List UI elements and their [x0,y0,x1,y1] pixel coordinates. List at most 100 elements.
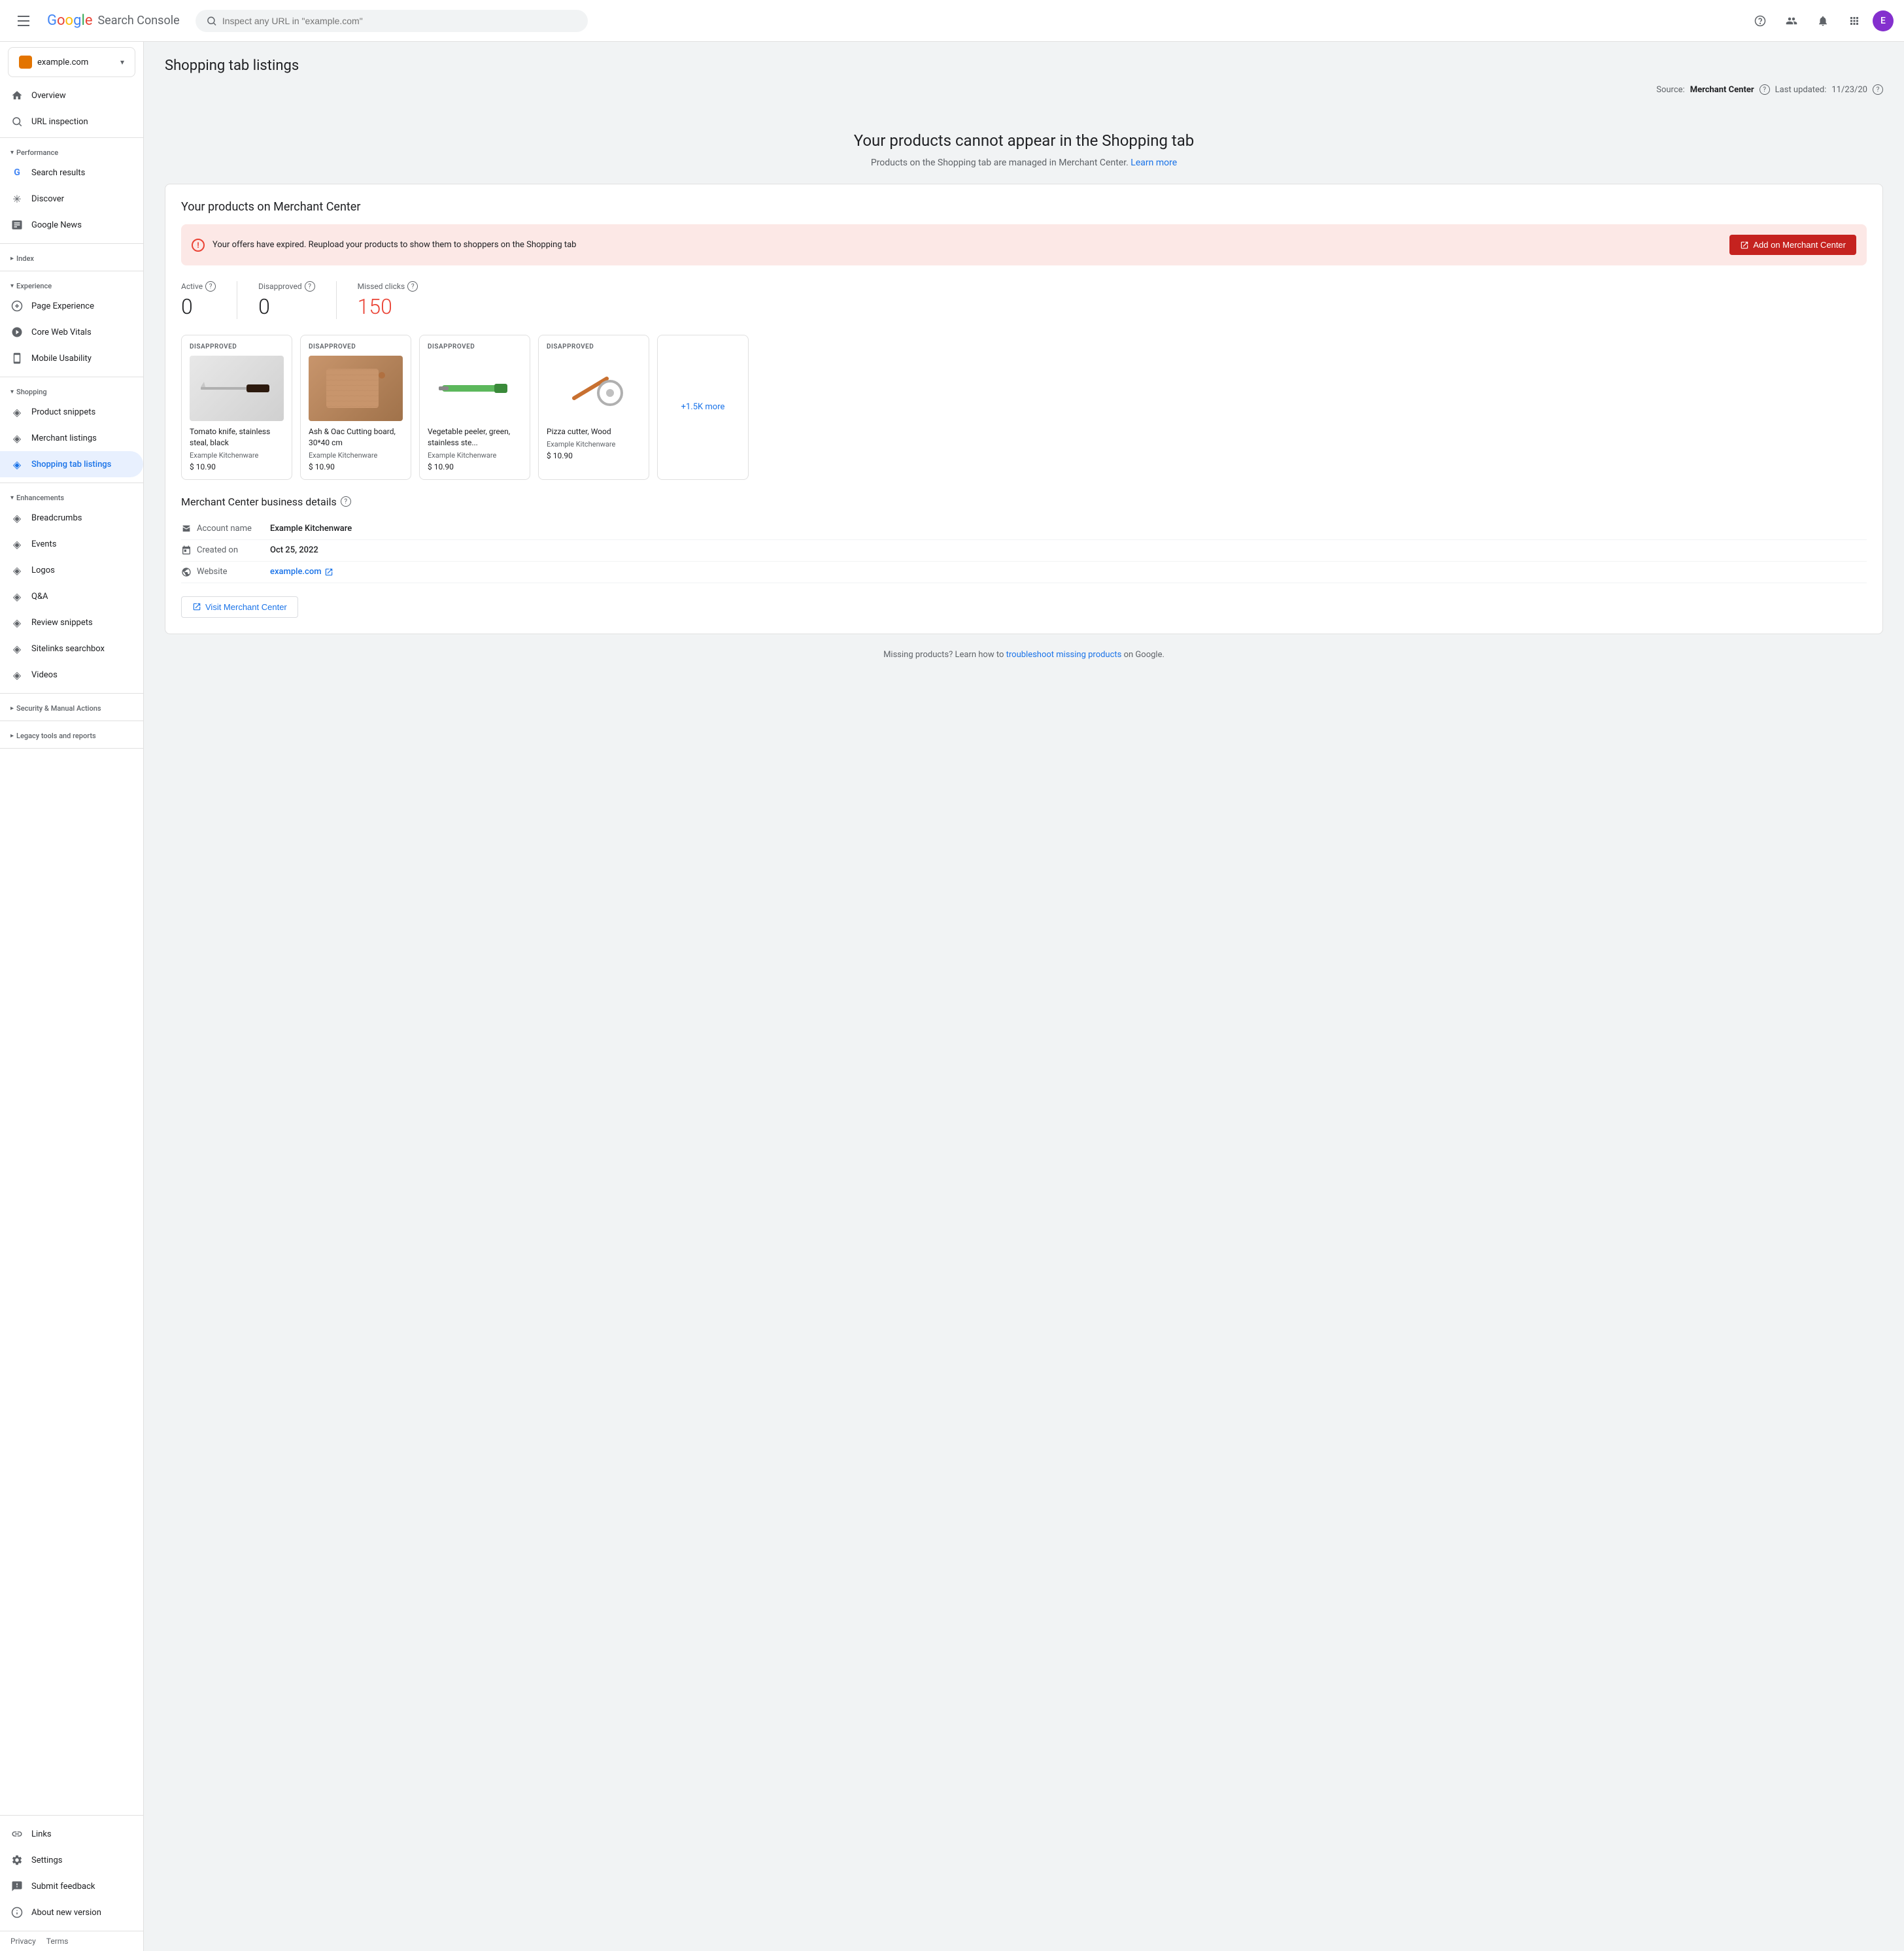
chevron-down-icon: ▾ [120,58,124,67]
section-label-performance[interactable]: ▾ Performance [0,143,143,160]
section-label-shopping[interactable]: ▾ Shopping [0,382,143,399]
help-button[interactable] [1747,8,1773,34]
sidebar-item-about-new-version[interactable]: About new version [0,1899,143,1926]
section-security: ▸ Security & Manual Actions [0,696,143,718]
source-label: Source: [1656,85,1684,95]
product-more-card[interactable]: +1.5K more [657,335,749,480]
notifications-button[interactable] [1810,8,1836,34]
property-icon [19,56,32,69]
sidebar-item-product-snippets[interactable]: ◈ Product snippets [0,399,143,425]
section-experience: ▾ Experience Page Experience Core Web Vi… [0,274,143,374]
add-on-merchant-center-button[interactable]: Add on Merchant Center [1729,235,1856,255]
sidebar-item-links[interactable]: Links [0,1821,143,1847]
sidebar-item-overview[interactable]: Overview [0,82,143,109]
section-label-enhancements[interactable]: ▾ Enhancements [0,488,143,505]
search-bar[interactable] [196,10,588,32]
sidebar-item-videos[interactable]: ◈ Videos [0,662,143,688]
sidebar-item-qa[interactable]: ◈ Q&A [0,583,143,609]
product-price-2: $ 10.90 [428,462,522,471]
layout: example.com ▾ Overview URL inspection ▾ … [0,42,1904,1951]
property-selector[interactable]: example.com ▾ [8,47,135,77]
sidebar-item-url-inspection[interactable]: URL inspection [0,109,143,135]
nav-divider-1 [0,137,143,138]
business-info-icon[interactable]: ? [341,496,351,507]
product-snippets-icon: ◈ [10,405,24,418]
hero-description: Products on the Shopping tab are managed… [165,158,1883,168]
product-badge-2: DISAPPROVED [428,343,522,350]
collapse-arrow-experience: ▾ [10,282,14,290]
sidebar-item-events[interactable]: ◈ Events [0,531,143,557]
product-card-3[interactable]: DISAPPROVED Pizza cutter, Wood Example K… [538,335,649,480]
product-name-0: Tomato knife, stainless steal, black [190,426,284,449]
privacy-link[interactable]: Privacy [10,1937,36,1946]
sidebar-bottom: Links Settings Submit feedback About new… [0,1815,143,1931]
source-info-icon[interactable]: ? [1760,84,1770,95]
section-label-index[interactable]: ▸ Index [0,249,143,265]
search-input[interactable] [222,16,577,26]
section-label-security[interactable]: ▸ Security & Manual Actions [0,699,143,715]
sidebar-item-google-news[interactable]: Google News [0,212,143,238]
sidebar-item-logos[interactable]: ◈ Logos [0,557,143,583]
learn-more-link[interactable]: Learn more [1130,158,1177,168]
product-card-2[interactable]: DISAPPROVED Vegetable peeler, green, sta… [419,335,530,480]
calendar-icon [181,545,192,556]
sidebar-item-merchant-listings[interactable]: ◈ Merchant listings [0,425,143,451]
last-updated-value: 11/23/20 [1831,85,1867,95]
product-price-0: $ 10.90 [190,462,284,471]
people-button[interactable] [1778,8,1805,34]
sidebar-item-review-snippets[interactable]: ◈ Review snippets [0,609,143,636]
sidebar-item-discover[interactable]: ✳ Discover [0,186,143,212]
news-icon [10,218,24,231]
terms-link[interactable]: Terms [46,1937,69,1946]
avatar[interactable]: E [1873,10,1894,31]
website-link[interactable]: example.com [270,567,322,577]
active-info-icon[interactable]: ? [205,281,216,292]
disapproved-info-icon[interactable]: ? [305,281,315,292]
sidebar-item-settings[interactable]: Settings [0,1847,143,1873]
product-badge-1: DISAPPROVED [309,343,403,350]
hamburger-button[interactable] [10,8,37,34]
hero-heading: Your products cannot appear in the Shopp… [165,131,1883,150]
product-card-0[interactable]: DISAPPROVED Tomato knife, stainless stea… [181,335,292,480]
sidebar-item-mobile-usability[interactable]: Mobile Usability [0,345,143,371]
visit-external-icon [192,602,201,611]
visit-merchant-center-button[interactable]: Visit Merchant Center [181,596,298,618]
business-row-account: Account name Example Kitchenware [181,518,1867,540]
stat-disapproved-value: 0 [258,294,315,319]
page-experience-icon [10,299,24,313]
home-icon [10,89,24,102]
sidebar-item-shopping-tab-listings[interactable]: ◈ Shopping tab listings [0,451,143,477]
topbar-left: Google Search Console [10,8,180,34]
troubleshoot-link[interactable]: troubleshoot missing products [1006,650,1122,660]
google-logo: Google [47,12,92,29]
product-shop-1: Example Kitchenware [309,451,403,460]
product-image-2 [428,356,522,421]
sidebar-item-search-results[interactable]: G Search results [0,160,143,186]
collapse-arrow-security: ▸ [10,705,14,712]
collapse-arrow-index: ▸ [10,255,14,262]
product-badge-3: DISAPPROVED [547,343,641,350]
sitelinks-icon: ◈ [10,642,24,655]
missing-products-note: Missing products? Learn how to troublesh… [165,650,1883,660]
sidebar-item-breadcrumbs[interactable]: ◈ Breadcrumbs [0,505,143,531]
sidebar-item-page-experience[interactable]: Page Experience [0,293,143,319]
stat-missed-clicks-value: 150 [358,294,418,319]
product-image-0 [190,356,284,421]
business-value-account: Example Kitchenware [270,524,352,534]
warning-icon: ! [192,239,205,252]
business-details-title: Merchant Center business details ? [181,496,1867,508]
section-index: ▸ Index [0,246,143,268]
last-updated-info-icon[interactable]: ? [1873,84,1883,95]
apps-button[interactable] [1841,8,1867,34]
qa-icon: ◈ [10,590,24,603]
product-card-1[interactable]: DISAPPROVED As [300,335,411,480]
business-label-website: Website [181,567,260,577]
section-shopping: ▾ Shopping ◈ Product snippets ◈ Merchant… [0,380,143,480]
sidebar-item-submit-feedback[interactable]: Submit feedback [0,1873,143,1899]
missed-clicks-info-icon[interactable]: ? [407,281,418,292]
alert-text: Your offers have expired. Reupload your … [212,240,576,250]
section-label-legacy[interactable]: ▸ Legacy tools and reports [0,726,143,743]
section-label-experience[interactable]: ▾ Experience [0,277,143,293]
sidebar-item-core-web-vitals[interactable]: Core Web Vitals [0,319,143,345]
sidebar-item-sitelinks-searchbox[interactable]: ◈ Sitelinks searchbox [0,636,143,662]
